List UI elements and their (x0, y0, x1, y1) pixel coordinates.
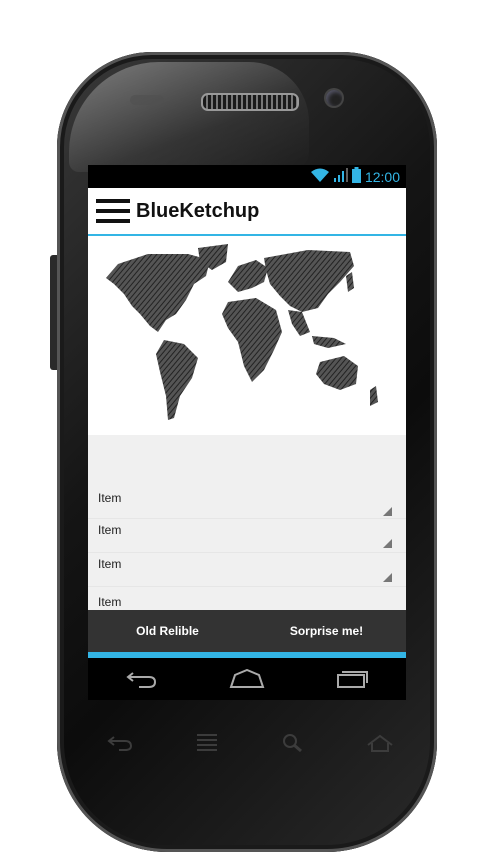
battery-icon (351, 167, 361, 186)
old-relible-button[interactable]: Old Relible (88, 610, 247, 652)
recents-icon[interactable] (328, 664, 378, 694)
action-bar: BlueKetchup (88, 188, 406, 236)
front-camera (326, 90, 342, 106)
proximity-sensor (130, 95, 164, 105)
hamburger-menu-icon[interactable] (96, 199, 130, 223)
item-list: Item Item Item Item (88, 435, 406, 610)
screen: 12:00 BlueKetchup Item Item Item Item Ol… (88, 165, 406, 700)
bottom-button-bar: Old Relible Sorprise me! (88, 610, 406, 658)
dropdown-arrow-icon (383, 573, 392, 582)
home-icon[interactable] (360, 728, 400, 758)
phone-glare (69, 62, 309, 172)
menu-icon[interactable] (187, 728, 227, 758)
home-icon[interactable] (222, 664, 272, 694)
status-time: 12:00 (364, 168, 400, 185)
list-item[interactable]: Item (88, 485, 406, 519)
status-bar: 12:00 (88, 165, 406, 188)
wifi-icon (310, 167, 330, 186)
list-item-label: Item (98, 491, 122, 505)
world-map-image (88, 236, 406, 434)
list-item[interactable]: Item (88, 519, 406, 553)
list-item-label: Item (98, 557, 122, 571)
hardware-keys (100, 725, 400, 760)
navigation-bar (88, 658, 406, 700)
list-item[interactable]: Item (88, 587, 406, 610)
list-item-label: Item (98, 595, 122, 609)
list-item[interactable]: Item (88, 553, 406, 587)
dropdown-arrow-icon (383, 507, 392, 516)
sorprise-me-button[interactable]: Sorprise me! (247, 610, 406, 652)
list-item-label: Item (98, 523, 122, 537)
search-icon[interactable] (273, 728, 313, 758)
back-icon[interactable] (100, 728, 140, 758)
signal-icon (333, 167, 348, 186)
earpiece-speaker (201, 93, 299, 111)
app-title: BlueKetchup (136, 199, 260, 222)
back-icon[interactable] (116, 664, 166, 694)
dropdown-arrow-icon (383, 539, 392, 548)
